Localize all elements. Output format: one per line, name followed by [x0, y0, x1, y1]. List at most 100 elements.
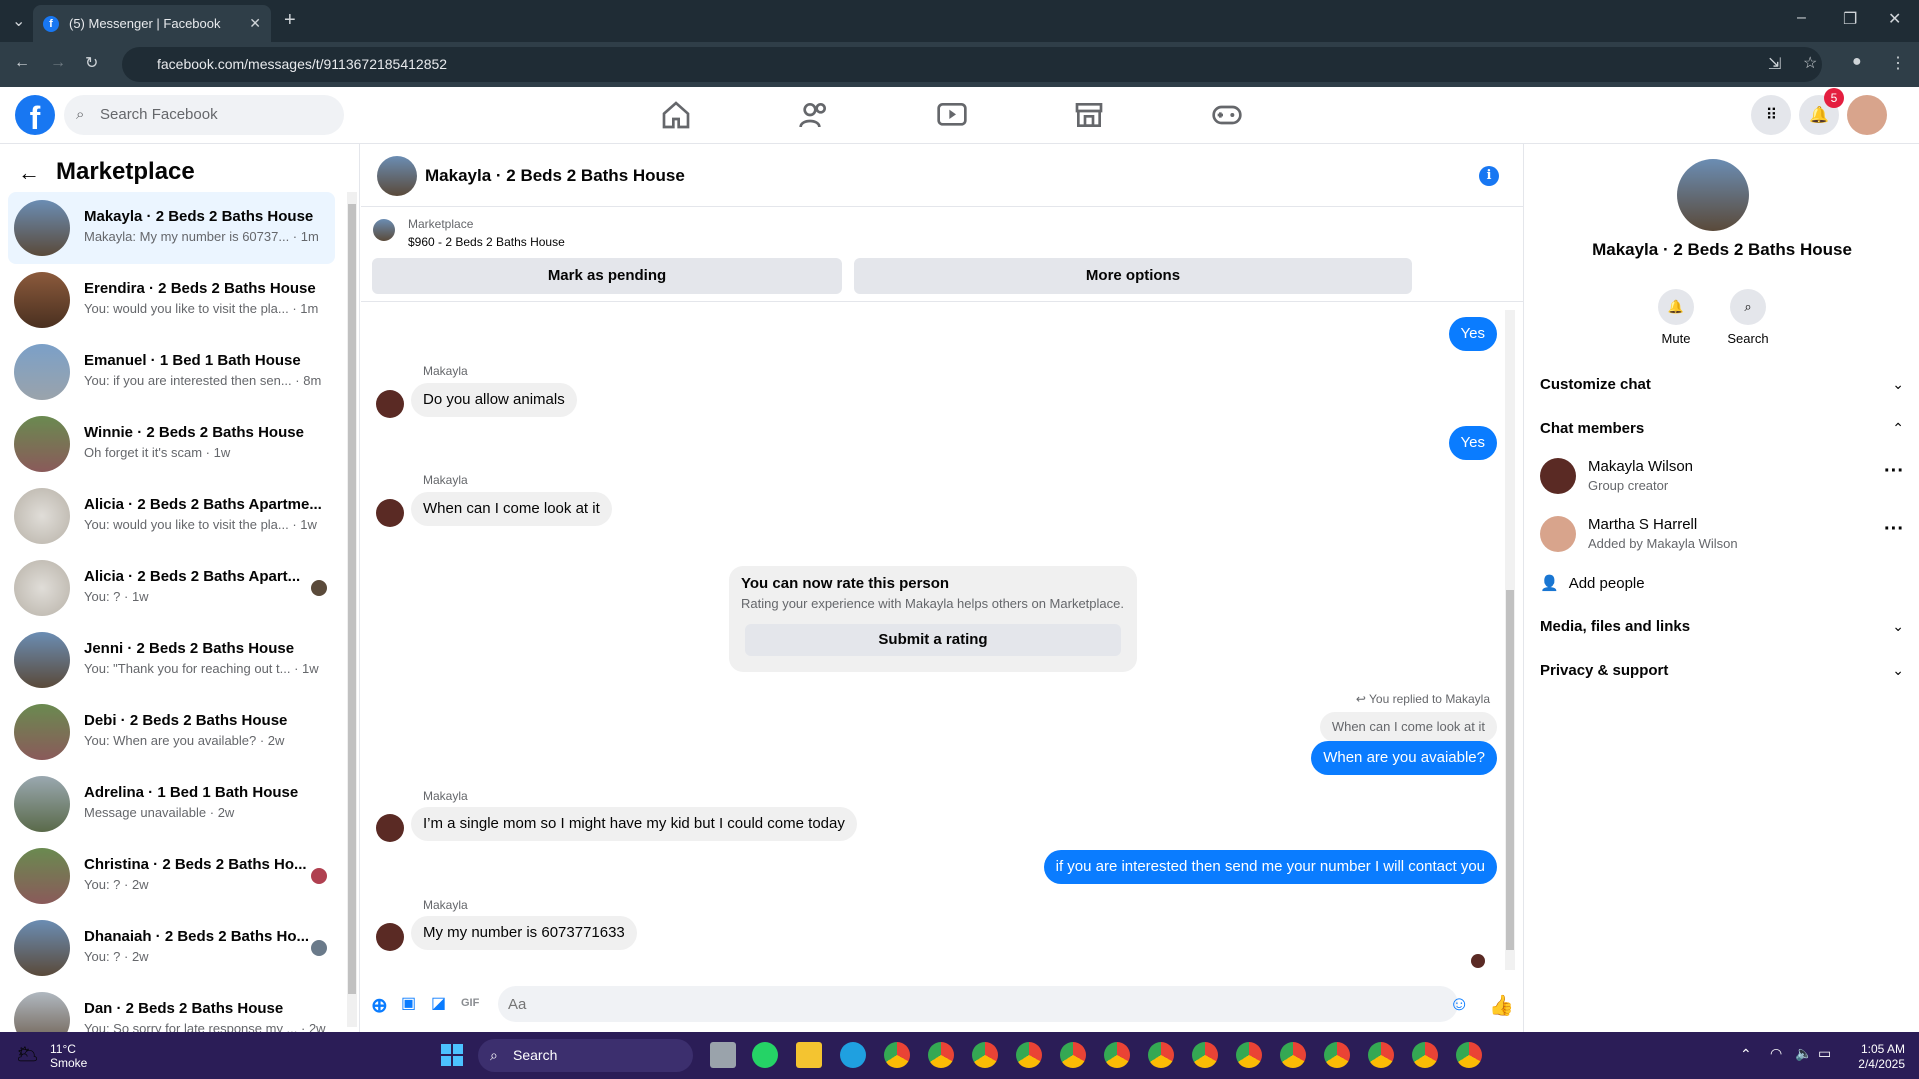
- file-explorer-icon[interactable]: [796, 1042, 822, 1068]
- url-field[interactable]: facebook.com/messages/t/9113672185412852: [122, 47, 1822, 82]
- battery-icon[interactable]: ▭: [1818, 1045, 1831, 1062]
- sidebar-scrollbar-thumb[interactable]: [348, 204, 356, 994]
- tray-overflow-icon[interactable]: ⌃: [1740, 1046, 1752, 1063]
- add-people-button[interactable]: 👤 Add people: [1540, 574, 1904, 592]
- facebook-search-input[interactable]: ⌕ Search Facebook: [64, 95, 344, 135]
- taskbar-clock[interactable]: 1:05 AM 2/4/2025: [1835, 1042, 1905, 1072]
- avatar[interactable]: [376, 499, 404, 527]
- submit-rating-button[interactable]: Submit a rating: [745, 624, 1121, 656]
- gif-icon[interactable]: GIF: [461, 997, 483, 1019]
- emoji-icon[interactable]: ☺: [1449, 993, 1471, 1015]
- conversation-item[interactable]: Winnie · 2 Beds 2 Baths House Oh forget i…: [8, 408, 335, 480]
- search-conversation-button[interactable]: ⌕ Search: [1718, 289, 1778, 346]
- conversation-item[interactable]: Debi · 2 Beds 2 Baths House You: When are…: [8, 696, 335, 768]
- chrome-icon[interactable]: [1148, 1042, 1174, 1068]
- chrome-icon[interactable]: [1324, 1042, 1350, 1068]
- account-avatar[interactable]: [1847, 95, 1887, 135]
- conversation-item[interactable]: Jenni · 2 Beds 2 Baths House You: "Thank …: [8, 624, 335, 696]
- chat-title[interactable]: Makayla · 2 Beds 2 Baths House: [425, 166, 685, 186]
- install-app-icon[interactable]: ⇲: [1768, 54, 1781, 74]
- avatar[interactable]: [1677, 159, 1749, 231]
- conversation-item[interactable]: Erendira · 2 Beds 2 Baths House You: woul…: [8, 264, 335, 336]
- outgoing-message[interactable]: if you are interested then send me your …: [1043, 850, 1497, 884]
- chrome-icon[interactable]: [1236, 1042, 1262, 1068]
- conversation-item[interactable]: Adrelina · 1 Bed 1 Bath House Message una…: [8, 768, 335, 840]
- weather-icon[interactable]: 🌥: [16, 1044, 39, 1065]
- chrome-icon[interactable]: [1016, 1042, 1042, 1068]
- avatar[interactable]: [376, 923, 404, 951]
- whatsapp-icon[interactable]: [752, 1042, 778, 1068]
- back-icon[interactable]: ←: [14, 54, 30, 72]
- edge-icon[interactable]: [840, 1042, 866, 1068]
- mute-button[interactable]: 🔔 Mute: [1646, 289, 1706, 346]
- reload-icon[interactable]: ↻: [85, 53, 98, 73]
- menu-grid-button[interactable]: ⠿: [1751, 95, 1791, 135]
- quoted-message[interactable]: When can I come look at it: [1319, 712, 1497, 742]
- outgoing-message[interactable]: When are you avaiable?: [1311, 741, 1497, 775]
- chrome-icon[interactable]: [1412, 1042, 1438, 1068]
- marketplace-icon[interactable]: [1073, 99, 1105, 131]
- photo-icon[interactable]: ▣: [401, 993, 423, 1015]
- profile-icon[interactable]: ●: [1852, 53, 1862, 71]
- member-item[interactable]: Makayla Wilson Group creator ···: [1540, 458, 1904, 508]
- task-view-icon[interactable]: [710, 1042, 736, 1068]
- taskbar-search[interactable]: ⌕ Search: [478, 1039, 693, 1072]
- start-icon[interactable]: [441, 1044, 463, 1066]
- conversation-item[interactable]: Makayla · 2 Beds 2 Baths House Makayla: M…: [8, 192, 335, 264]
- new-tab-icon[interactable]: +: [284, 9, 296, 32]
- forward-icon[interactable]: →: [50, 54, 66, 72]
- incoming-message[interactable]: Do you allow animals: [411, 383, 577, 417]
- conversation-item[interactable]: Alicia · 2 Beds 2 Baths Apartme... You: w…: [8, 480, 335, 552]
- conversation-item[interactable]: Dan · 2 Beds 2 Baths House You: So sorry …: [8, 984, 335, 1032]
- chrome-icon[interactable]: [1192, 1042, 1218, 1068]
- chrome-icon[interactable]: [884, 1042, 910, 1068]
- home-icon[interactable]: [660, 99, 692, 131]
- chrome-icon[interactable]: [1060, 1042, 1086, 1068]
- wifi-icon[interactable]: ◠: [1770, 1045, 1782, 1062]
- sticker-icon[interactable]: ◪: [431, 993, 453, 1015]
- avatar[interactable]: [376, 390, 404, 418]
- gaming-icon[interactable]: [1211, 99, 1243, 131]
- close-tab-icon[interactable]: ✕: [249, 15, 261, 32]
- chrome-icon[interactable]: [1280, 1042, 1306, 1068]
- browser-tab[interactable]: f (5) Messenger | Facebook ✕: [33, 5, 271, 42]
- close-window-icon[interactable]: ✕: [1888, 9, 1901, 29]
- tab-list-icon[interactable]: ⌄: [12, 11, 25, 31]
- chrome-icon[interactable]: [928, 1042, 954, 1068]
- minimize-icon[interactable]: –: [1797, 9, 1806, 27]
- media-files-section[interactable]: Media, files and links ⌄: [1540, 618, 1904, 635]
- outgoing-message[interactable]: Yes: [1448, 426, 1497, 460]
- avatar[interactable]: [376, 814, 404, 842]
- avatar[interactable]: [377, 156, 417, 196]
- member-item[interactable]: Martha S Harrell Added by Makayla Wilson ·…: [1540, 516, 1904, 566]
- conversation-item[interactable]: Christina · 2 Beds 2 Baths Ho... You: ? ·…: [8, 840, 335, 912]
- chat-scrollbar-thumb[interactable]: [1506, 590, 1514, 950]
- back-arrow-icon[interactable]: ←: [18, 160, 40, 186]
- conversation-item[interactable]: Emanuel · 1 Bed 1 Bath House You: if you …: [8, 336, 335, 408]
- bookmark-star-icon[interactable]: ☆: [1803, 53, 1817, 73]
- more-options-button[interactable]: More options: [854, 258, 1412, 294]
- conversation-item[interactable]: Alicia · 2 Beds 2 Baths Apart... You: ? ·…: [8, 552, 335, 624]
- watch-icon[interactable]: [936, 99, 968, 131]
- plus-icon[interactable]: ⊕: [371, 993, 393, 1017]
- chrome-icon[interactable]: [972, 1042, 998, 1068]
- listing-price[interactable]: $960 - 2 Beds 2 Baths House: [408, 235, 565, 249]
- chrome-icon[interactable]: [1456, 1042, 1482, 1068]
- weather-widget[interactable]: 11°C Smoke: [50, 1042, 87, 1070]
- message-input[interactable]: [498, 986, 1458, 1022]
- incoming-message[interactable]: When can I come look at it: [411, 492, 612, 526]
- chat-members-section[interactable]: Chat members ⌃: [1540, 420, 1904, 437]
- incoming-message[interactable]: I’m a single mom so I might have my kid …: [411, 807, 857, 841]
- info-icon[interactable]: i: [1479, 166, 1499, 186]
- friends-icon[interactable]: [798, 99, 830, 131]
- chrome-menu-icon[interactable]: ⋮: [1890, 53, 1906, 73]
- more-options-icon[interactable]: ···: [1884, 518, 1904, 541]
- conversation-item[interactable]: Dhanaiah · 2 Beds 2 Baths Ho... You: ? · …: [8, 912, 335, 984]
- customize-chat-section[interactable]: Customize chat ⌄: [1540, 376, 1904, 393]
- like-thumb-icon[interactable]: 👍: [1489, 993, 1514, 1017]
- mark-pending-button[interactable]: Mark as pending: [372, 258, 842, 294]
- privacy-support-section[interactable]: Privacy & support ⌄: [1540, 662, 1904, 679]
- chrome-icon[interactable]: [1104, 1042, 1130, 1068]
- chrome-icon[interactable]: [1368, 1042, 1394, 1068]
- facebook-logo-icon[interactable]: f: [15, 95, 55, 136]
